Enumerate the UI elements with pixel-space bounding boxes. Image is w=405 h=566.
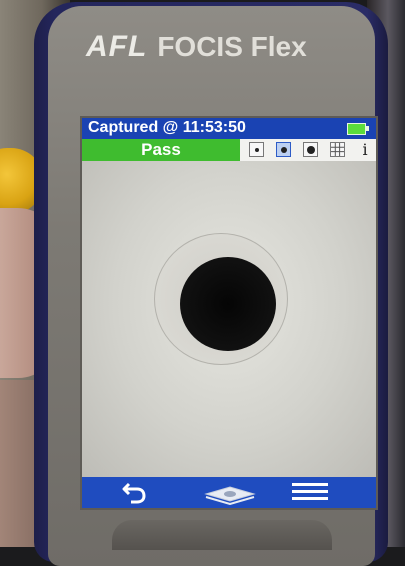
grid-icon[interactable] — [330, 142, 345, 157]
title-bar: Captured @ 11:53:50 — [82, 118, 376, 139]
device-brand: AFL FOCIS Flex — [86, 30, 376, 76]
device-lower-keys — [112, 520, 332, 550]
fiber-core — [180, 257, 276, 351]
device-screen: Captured @ 11:53:50 Pass i — [82, 118, 376, 508]
capture-title: Captured @ 11:53:50 — [88, 119, 246, 136]
bottom-toolbar — [82, 477, 376, 508]
brand-model: FOCIS Flex — [157, 31, 307, 62]
brand-logo: AFL — [86, 30, 148, 63]
menu-button[interactable] — [290, 481, 330, 503]
capture-stack-icon — [204, 486, 256, 506]
pass-badge: Pass — [82, 139, 240, 161]
view-medium-icon[interactable] — [276, 142, 291, 157]
capture-button[interactable] — [200, 480, 258, 506]
fiber-endface-image — [82, 161, 376, 477]
battery-tip — [366, 126, 369, 131]
view-large-icon[interactable] — [303, 142, 318, 157]
view-small-icon[interactable] — [249, 142, 264, 157]
info-icon[interactable]: i — [359, 140, 371, 160]
battery-icon — [347, 123, 366, 135]
status-bar: Pass i — [82, 139, 376, 161]
back-button[interactable] — [120, 479, 150, 506]
back-arrow-icon — [122, 482, 146, 504]
